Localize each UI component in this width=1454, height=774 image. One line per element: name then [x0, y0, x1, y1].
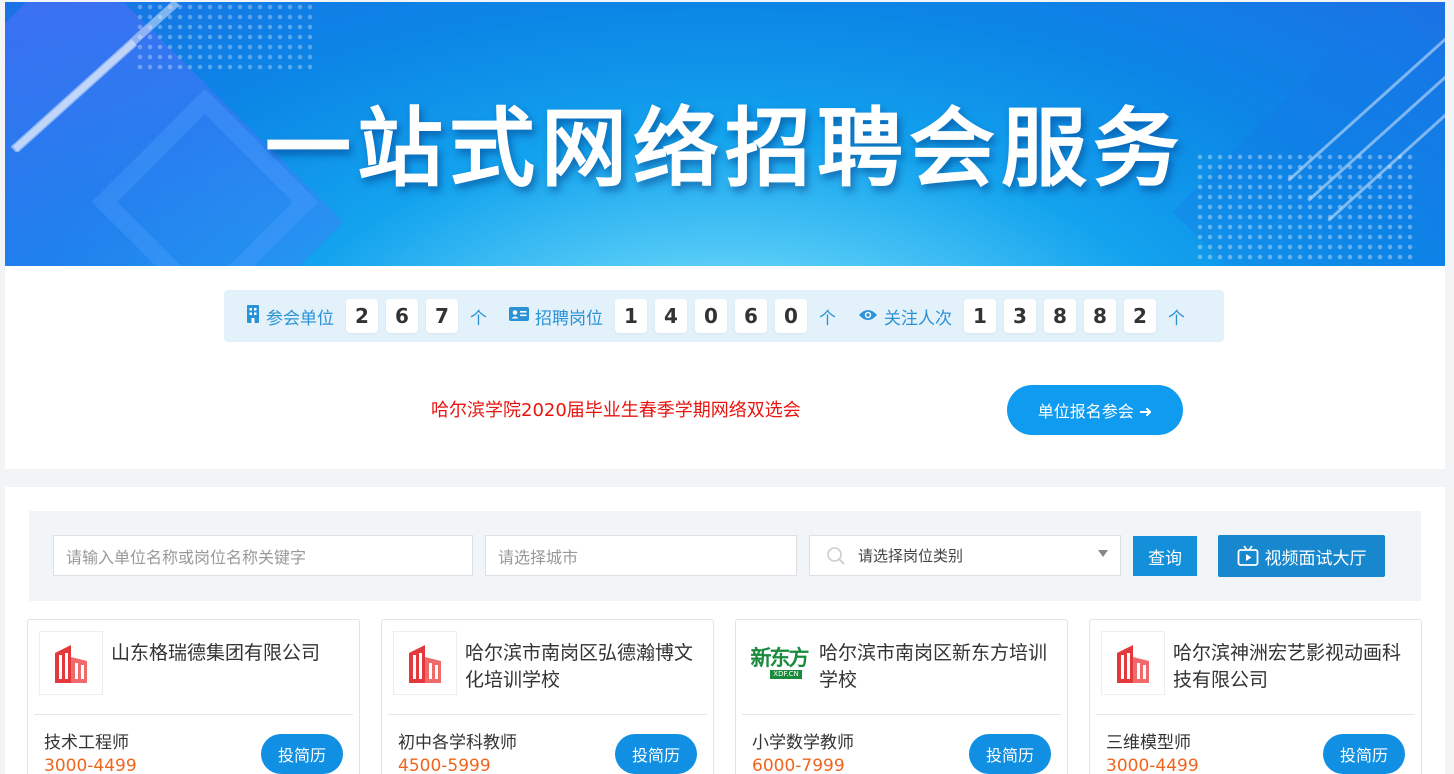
job-title[interactable]: 三维模型师: [1106, 728, 1191, 753]
job-title[interactable]: 初中各学科教师: [398, 728, 517, 753]
stat-digit: 6: [386, 299, 418, 333]
stat-label: 关注人次: [884, 308, 952, 329]
query-button[interactable]: 查询: [1133, 536, 1197, 576]
job-card[interactable]: 新东方 XDF.CN 哈尔滨市南岗区新东方培训学校 小学数学教师 6000-79…: [735, 619, 1068, 774]
stat-digit: 2: [346, 299, 378, 333]
video-interview-label: 视频面试大厅: [1264, 548, 1367, 569]
card-divider: [388, 714, 707, 715]
stat-companies: 参会单位 2 6 7 个: [246, 299, 487, 333]
job-card[interactable]: 哈尔滨市南岗区弘德瀚博文化培训学校 初中各学科教师 4500-5999 投简历: [381, 619, 714, 774]
stat-unit: 个: [470, 308, 487, 329]
stat-label: 参会单位: [266, 308, 334, 329]
xdf-logo-text: 新东方: [750, 645, 810, 670]
tv-play-icon: [1237, 545, 1259, 567]
building-icon: [246, 305, 260, 327]
stat-label: 招聘岗位: [535, 308, 603, 329]
stat-digit: 0: [775, 299, 807, 333]
company-name[interactable]: 哈尔滨市南岗区弘德瀚博文化培训学校: [465, 640, 705, 694]
stat-digit: 7: [426, 299, 458, 333]
fair-title: 哈尔滨学院2020届毕业生春季学期网络双选会: [431, 400, 801, 421]
search-icon: [826, 546, 846, 566]
card-divider: [34, 714, 353, 715]
stat-digit: 1: [964, 299, 996, 333]
stat-positions: 招聘岗位 1 4 0 6 0 个: [509, 299, 836, 333]
stat-digit: 3: [1004, 299, 1036, 333]
register-button[interactable]: 单位报名参会 ➜: [1007, 385, 1183, 435]
company-name[interactable]: 山东格瑞德集团有限公司: [111, 640, 351, 667]
apply-button[interactable]: 投简历: [969, 734, 1051, 774]
stat-digit: 4: [655, 299, 687, 333]
company-logo: [39, 631, 103, 695]
company-logo: [1101, 631, 1165, 695]
stat-digit: 1: [615, 299, 647, 333]
card-divider: [742, 714, 1061, 715]
job-category-placeholder: 请选择岗位类别: [858, 547, 964, 565]
stat-unit: 个: [1168, 308, 1185, 329]
city-select[interactable]: 请选择城市: [485, 535, 797, 576]
job-card[interactable]: 山东格瑞德集团有限公司 技术工程师 3000-4499 投简历: [27, 619, 360, 774]
company-logo: [393, 631, 457, 695]
hero-banner: 一站式网络招聘会服务: [5, 2, 1445, 266]
stat-digit: 8: [1044, 299, 1076, 333]
stat-digit: 6: [735, 299, 767, 333]
banner-title: 一站式网络招聘会服务: [265, 99, 1185, 199]
job-category-select[interactable]: 请选择岗位类别: [809, 535, 1121, 576]
apply-button[interactable]: 投简历: [1323, 734, 1405, 774]
card-divider: [1096, 714, 1415, 715]
job-title[interactable]: 技术工程师: [44, 728, 129, 753]
company-logo: 新东方 XDF.CN: [747, 631, 811, 695]
xdf-logo-sub: XDF.CN: [770, 670, 802, 679]
stat-views: 关注人次 1 3 8 8 2 个: [858, 299, 1185, 333]
eye-icon: [858, 307, 878, 326]
apply-button[interactable]: 投简历: [261, 734, 343, 774]
job-title[interactable]: 小学数学教师: [752, 728, 854, 753]
apply-button[interactable]: 投简历: [615, 734, 697, 774]
job-card[interactable]: 哈尔滨神洲宏艺影视动画科技有限公司 三维模型师 3000-4499 投简历: [1089, 619, 1422, 774]
salary: 3000-4499: [44, 756, 137, 774]
stat-digit: 8: [1084, 299, 1116, 333]
video-interview-button[interactable]: 视频面试大厅: [1218, 535, 1385, 577]
stat-unit: 个: [819, 308, 836, 329]
building-logo-icon: [409, 645, 441, 683]
company-name[interactable]: 哈尔滨市南岗区新东方培训学校: [819, 640, 1059, 694]
stats-bar: 参会单位 2 6 7 个 招聘岗位 1 4 0 6 0 个 关注人次 1 3 8…: [224, 290, 1224, 342]
keyword-search-input[interactable]: 请输入单位名称或岗位名称关键字: [53, 535, 473, 576]
chevron-down-icon: [1098, 550, 1108, 557]
stat-digit: 0: [695, 299, 727, 333]
id-card-icon: [509, 306, 529, 326]
salary: 6000-7999: [752, 756, 845, 774]
company-name[interactable]: 哈尔滨神洲宏艺影视动画科技有限公司: [1173, 640, 1413, 694]
building-logo-icon: [1117, 645, 1149, 683]
salary: 4500-5999: [398, 756, 491, 774]
building-logo-icon: [55, 645, 87, 683]
stat-digit: 2: [1124, 299, 1156, 333]
salary: 3000-4499: [1106, 756, 1199, 774]
